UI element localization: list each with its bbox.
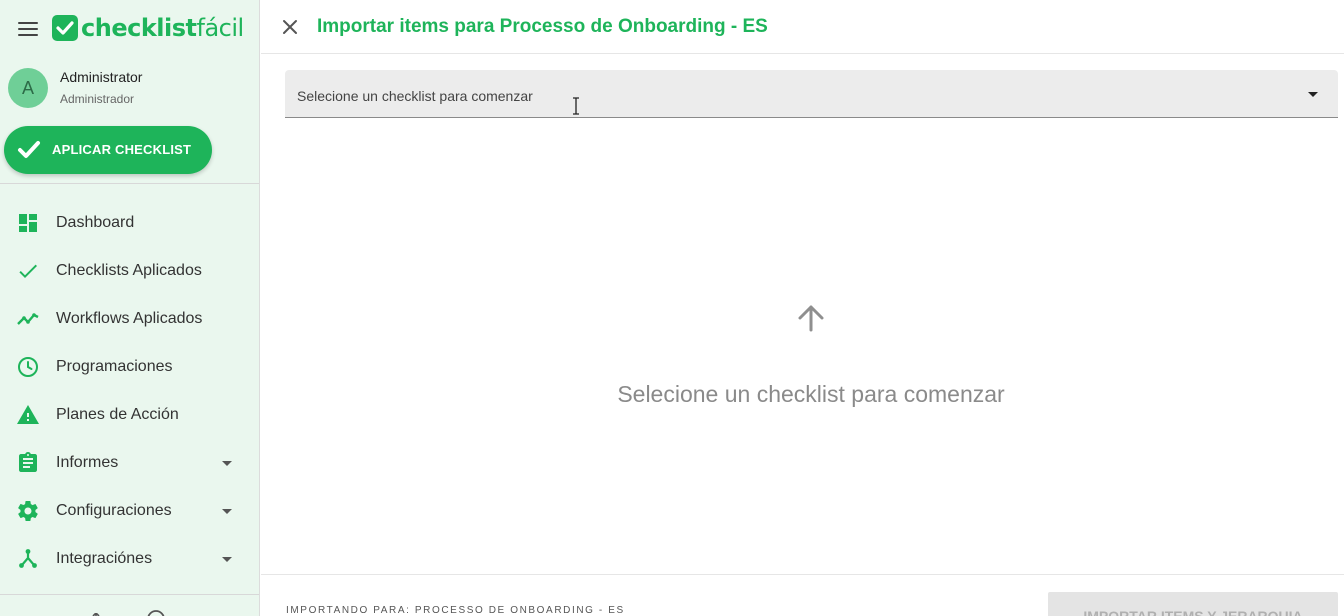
close-icon[interactable] bbox=[278, 15, 302, 39]
sidebar-item-label: Programaciones bbox=[56, 358, 173, 375]
import-items-button[interactable]: IMPORTAR ITEMS Y JERARQUIA bbox=[1048, 592, 1338, 616]
sidebar-item-label: Workflows Aplicados bbox=[56, 310, 203, 327]
help-icon[interactable] bbox=[146, 606, 166, 616]
sidebar-item-integraciones[interactable]: Integraciónes bbox=[0, 535, 259, 583]
page-title: Importar items para Processo de Onboardi… bbox=[317, 16, 768, 37]
sidebar-item-configuraciones[interactable]: Configuraciones bbox=[0, 487, 259, 535]
sidebar-item-label: Integraciónes bbox=[56, 550, 153, 567]
sidebar-item-informes[interactable]: Informes bbox=[0, 439, 259, 487]
user-profile[interactable]: A Administrator Administrador bbox=[8, 68, 258, 108]
avatar: A bbox=[8, 68, 48, 108]
apply-checklist-label: APLICAR CHECKLIST bbox=[52, 142, 192, 157]
chevron-down-icon bbox=[222, 461, 232, 466]
sidebar-item-planes-de-accion[interactable]: Planes de Acción bbox=[0, 391, 259, 439]
hub-icon bbox=[16, 547, 40, 571]
upload-icon[interactable] bbox=[90, 608, 102, 616]
sidebar-item-programaciones[interactable]: Programaciones bbox=[0, 343, 259, 391]
sidebar-item-dashboard[interactable]: Dashboard bbox=[0, 199, 259, 247]
sidebar-header: checklistfácil bbox=[0, 0, 259, 56]
sidebar-item-label: Dashboard bbox=[56, 214, 135, 231]
importing-target-label: IMPORTANDO PARA: PROCESSO DE ONBOARDING … bbox=[286, 605, 625, 616]
app-window: checklistfácil A Administrator Administr… bbox=[0, 0, 1344, 616]
dialog-header: Importar items para Processo de Onboardi… bbox=[261, 0, 1344, 54]
check-icon bbox=[16, 259, 40, 283]
logo-check-icon bbox=[52, 15, 78, 41]
sidebar-item-label: Planes de Acción bbox=[56, 406, 179, 423]
sidebar: checklistfácil A Administrator Administr… bbox=[0, 0, 260, 616]
dashboard-icon bbox=[16, 211, 40, 235]
logo-text: checklistfácil bbox=[81, 14, 244, 42]
user-role: Administrador bbox=[60, 92, 135, 106]
dialog-footer: IMPORTANDO PARA: PROCESSO DE ONBOARDING … bbox=[261, 574, 1344, 616]
sidebar-item-checklists-aplicados[interactable]: Checklists Aplicados bbox=[0, 247, 259, 295]
sidebar-footer bbox=[0, 600, 259, 616]
empty-state: Selecione un checklist para comenzar bbox=[261, 300, 1344, 430]
sidebar-item-workflows-aplicados[interactable]: Workflows Aplicados bbox=[0, 295, 259, 343]
sidebar-item-label: Checklists Aplicados bbox=[56, 262, 202, 279]
sidebar-divider bbox=[0, 183, 259, 184]
check-icon bbox=[16, 137, 42, 166]
arrow-up-icon bbox=[795, 300, 827, 336]
sidebar-item-label: Informes bbox=[56, 454, 119, 471]
gear-icon bbox=[16, 499, 40, 523]
sidebar-item-label: Configuraciones bbox=[56, 502, 172, 519]
checklist-select-placeholder: Selecione un checklist para comenzar bbox=[297, 88, 533, 104]
clock-icon bbox=[16, 355, 40, 379]
sidebar-divider bbox=[0, 594, 259, 595]
warning-icon bbox=[16, 403, 40, 427]
chevron-down-icon bbox=[222, 557, 232, 562]
empty-state-message: Selecione un checklist para comenzar bbox=[617, 381, 1005, 407]
user-name: Administrator bbox=[60, 69, 143, 85]
trending-line-icon bbox=[16, 307, 40, 331]
logo[interactable]: checklistfácil bbox=[52, 14, 244, 42]
dropdown-arrow-icon bbox=[1308, 92, 1318, 97]
checklist-select[interactable]: Selecione un checklist para comenzar bbox=[285, 70, 1338, 118]
clipboard-icon bbox=[16, 451, 40, 475]
sidebar-nav: Dashboard Checklists Aplicados Workflows… bbox=[0, 199, 259, 583]
text-cursor-icon bbox=[572, 97, 580, 115]
menu-icon[interactable] bbox=[18, 22, 38, 36]
chevron-down-icon bbox=[222, 509, 232, 514]
apply-checklist-button[interactable]: APLICAR CHECKLIST bbox=[4, 126, 212, 174]
